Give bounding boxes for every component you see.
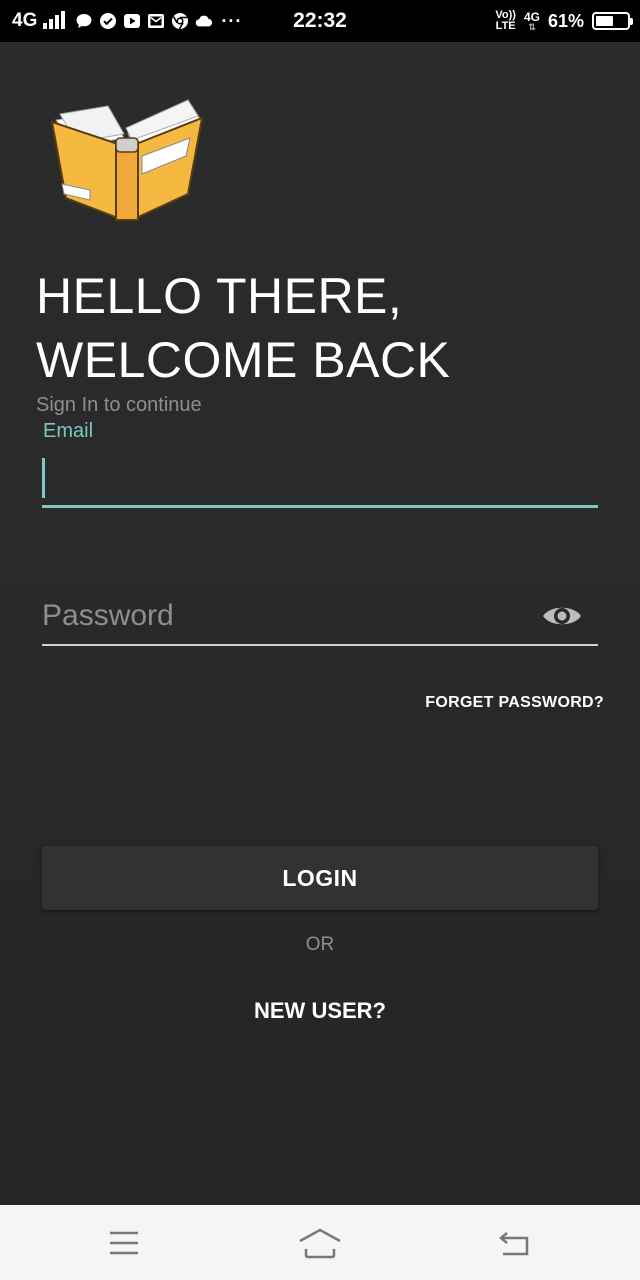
headline-line-2: WELCOME BACK [36,332,451,388]
forget-password-link[interactable]: FORGET PASSWORD? [425,694,604,712]
back-icon[interactable] [490,1225,538,1261]
sign-in-subtitle: Sign In to continue [36,394,202,416]
battery-fill [596,16,613,26]
email-label: Email [43,420,94,442]
data-arrows-icon: ⇅ [528,21,536,32]
battery-percent: 61% [547,10,584,31]
login-screen: HELLO THERE, WELCOME BACK Sign In to con… [0,42,640,1205]
email-field-container [42,448,598,508]
welcome-headline: HELLO THERE, WELCOME BACK [36,264,450,392]
status-right: Vo)) LTE 4G ⇅ 61% [495,0,633,42]
headline-line-1: HELLO THERE, [36,268,403,324]
status-bar: 4G ··· 22:32 Vo)) LTE 4G ⇅ 61% [0,0,640,42]
chat-bubble-icon [75,12,93,30]
book-logo-icon [50,99,204,221]
login-button[interactable]: LOGIN [42,846,598,910]
battery-icon [592,12,633,30]
password-field[interactable] [42,588,522,644]
email-field[interactable] [42,448,598,505]
volte-bottom: LTE [495,20,516,32]
chrome-icon [171,12,189,30]
eye-icon[interactable] [542,601,582,631]
play-icon [123,12,141,30]
status-left: 4G ··· [12,0,242,42]
cloud-icon [195,12,213,30]
home-icon[interactable] [296,1225,344,1261]
signal-icon [43,11,66,29]
volte-indicator: Vo)) LTE [495,10,516,32]
mail-icon [147,12,165,30]
data-indicator: 4G ⇅ [524,11,540,32]
menu-icon[interactable] [100,1225,148,1261]
password-field-container [42,588,598,646]
navigation-bar [0,1205,640,1280]
network-type: 4G [12,10,38,31]
more-notifications: ··· [221,10,243,31]
new-user-link[interactable]: NEW USER? [0,998,640,1024]
check-circle-icon [99,12,117,30]
or-divider: OR [305,934,335,955]
data-type: 4G [523,9,540,24]
text-cursor [42,458,45,498]
